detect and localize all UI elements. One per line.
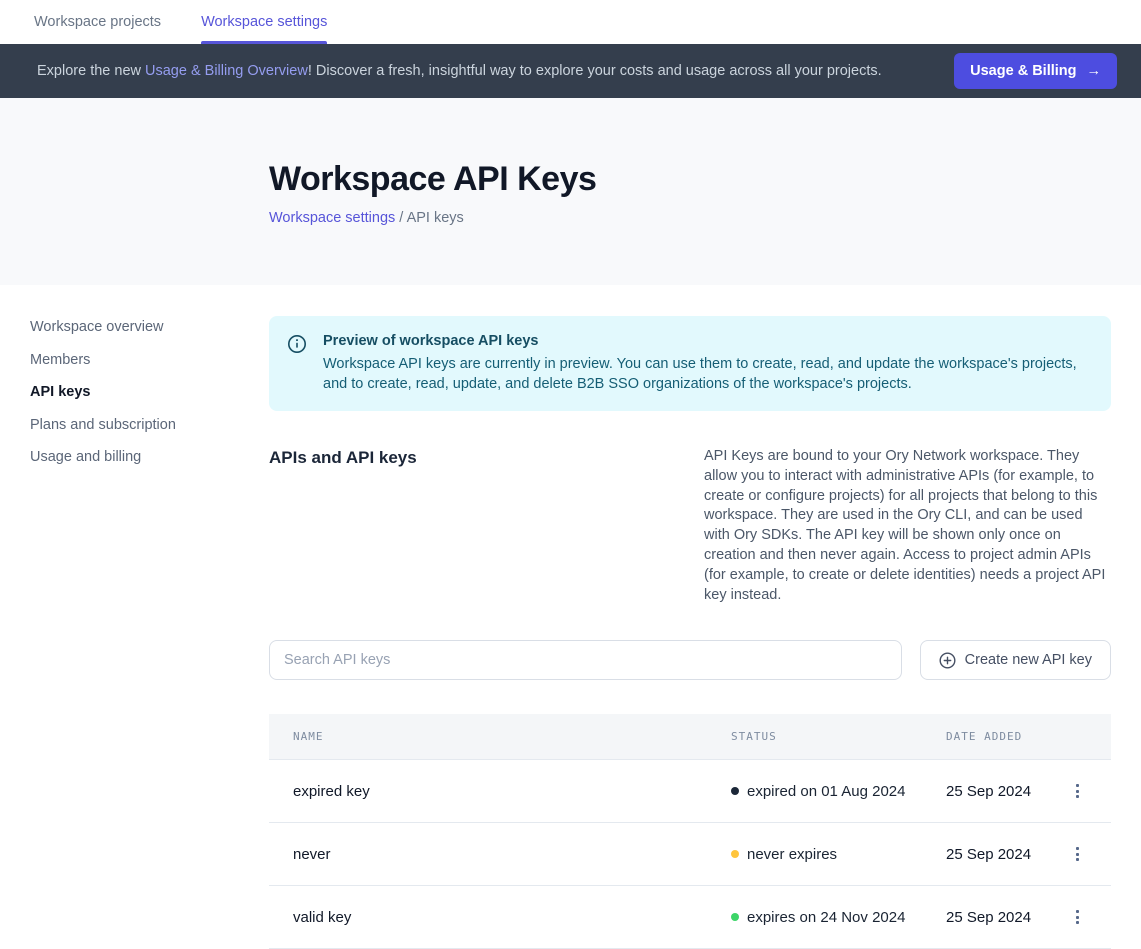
table-header-row: NAME STATUS DATE ADDED xyxy=(269,714,1111,760)
announcement-banner: Explore the new Usage & Billing Overview… xyxy=(0,44,1141,98)
api-key-status: expired on 01 Aug 2024 xyxy=(731,783,946,800)
settings-sidebar: Workspace overview Members API keys Plan… xyxy=(0,285,269,949)
api-key-date-added: 25 Sep 2024 xyxy=(946,783,1067,800)
api-key-name: never xyxy=(293,846,731,863)
status-dot-never-expires xyxy=(731,850,739,858)
preview-callout: Preview of workspace API keys Workspace … xyxy=(269,316,1111,411)
tab-workspace-settings[interactable]: Workspace settings xyxy=(201,0,327,44)
row-actions-menu-button[interactable] xyxy=(1067,780,1087,802)
api-keys-table: NAME STATUS DATE ADDED expired key expir… xyxy=(269,714,1111,949)
table-row: expired key expired on 01 Aug 2024 25 Se… xyxy=(269,760,1111,823)
tab-workspace-projects[interactable]: Workspace projects xyxy=(34,0,161,44)
status-dot-valid xyxy=(731,913,739,921)
api-key-name: valid key xyxy=(293,909,731,926)
page-header: Workspace API Keys Workspace settings / … xyxy=(0,98,1141,285)
banner-text-suffix: ! Discover a fresh, insightful way to ex… xyxy=(308,63,882,79)
sidebar-item-plans-and-subscription[interactable]: Plans and subscription xyxy=(30,418,269,433)
sidebar-item-usage-and-billing[interactable]: Usage and billing xyxy=(30,450,269,465)
status-dot-expired xyxy=(731,787,739,795)
usage-billing-button-label: Usage & Billing xyxy=(970,63,1076,79)
arrow-right-icon: → xyxy=(1087,63,1102,79)
table-row: never never expires 25 Sep 2024 xyxy=(269,823,1111,886)
info-icon xyxy=(287,334,307,394)
row-actions-menu-button[interactable] xyxy=(1067,843,1087,865)
status-text: expires on 24 Nov 2024 xyxy=(747,909,905,926)
plus-circle-icon xyxy=(939,652,956,669)
api-key-status: never expires xyxy=(731,846,946,863)
api-key-date-added: 25 Sep 2024 xyxy=(946,909,1067,926)
api-keys-toolbar: Create new API key xyxy=(269,640,1111,680)
row-actions-menu-button[interactable] xyxy=(1067,906,1087,928)
sidebar-item-members[interactable]: Members xyxy=(30,353,269,368)
create-api-key-button[interactable]: Create new API key xyxy=(920,640,1111,680)
section-heading: APIs and API keys xyxy=(269,447,417,605)
column-header-status: STATUS xyxy=(731,730,946,743)
page-title: Workspace API Keys xyxy=(269,160,1111,199)
breadcrumb-separator: / xyxy=(395,210,406,226)
search-input[interactable] xyxy=(269,640,902,680)
api-key-name: expired key xyxy=(293,783,731,800)
usage-billing-button[interactable]: Usage & Billing → xyxy=(954,53,1117,89)
callout-content: Preview of workspace API keys Workspace … xyxy=(323,333,1091,394)
content-area: Workspace overview Members API keys Plan… xyxy=(0,285,1141,949)
sidebar-item-workspace-overview[interactable]: Workspace overview xyxy=(30,320,269,335)
status-text: expired on 01 Aug 2024 xyxy=(747,783,905,800)
section-description: API Keys are bound to your Ory Network w… xyxy=(704,447,1111,605)
api-key-status: expires on 24 Nov 2024 xyxy=(731,909,946,926)
breadcrumb: Workspace settings / API keys xyxy=(269,210,1111,226)
api-keys-section: APIs and API keys API Keys are bound to … xyxy=(269,447,1111,605)
breadcrumb-workspace-settings-link[interactable]: Workspace settings xyxy=(269,210,395,226)
column-header-name: NAME xyxy=(293,730,731,743)
callout-title: Preview of workspace API keys xyxy=(323,333,1091,349)
top-navigation: Workspace projects Workspace settings xyxy=(0,0,1141,44)
sidebar-item-api-keys[interactable]: API keys xyxy=(30,385,269,400)
status-text: never expires xyxy=(747,846,837,863)
create-api-key-button-label: Create new API key xyxy=(965,652,1092,668)
banner-message: Explore the new Usage & Billing Overview… xyxy=(37,63,954,79)
banner-text-prefix: Explore the new xyxy=(37,63,145,79)
usage-billing-overview-link[interactable]: Usage & Billing Overview xyxy=(145,63,308,79)
breadcrumb-current: API keys xyxy=(407,210,464,226)
main-panel: Preview of workspace API keys Workspace … xyxy=(269,285,1111,949)
callout-body: Workspace API keys are currently in prev… xyxy=(323,354,1091,394)
api-key-date-added: 25 Sep 2024 xyxy=(946,846,1067,863)
column-header-date-added: DATE ADDED xyxy=(946,730,1067,743)
